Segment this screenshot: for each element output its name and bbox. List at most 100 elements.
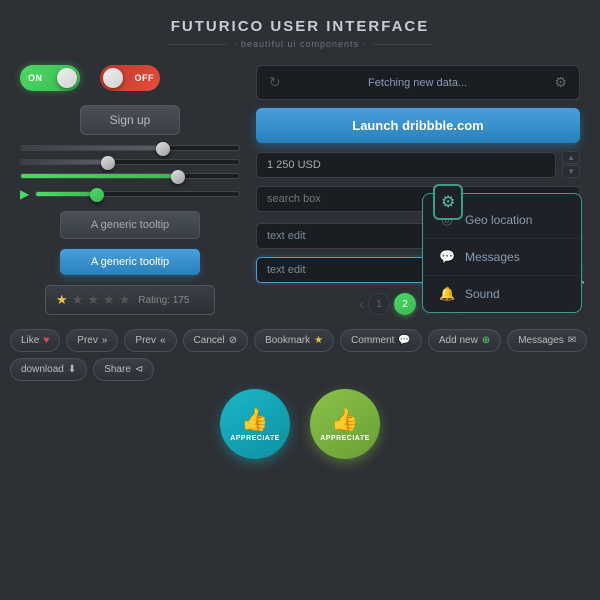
slider-fill-4: [36, 192, 97, 196]
divider-line-left: [167, 44, 227, 45]
comment-label: Comment: [351, 335, 394, 346]
slider-track-3[interactable]: [20, 173, 240, 179]
cancel-label: Cancel: [194, 335, 225, 346]
page-header: FUTURICO USER INTERFACE · beautiful ui c…: [0, 0, 600, 55]
tooltip-blue-button[interactable]: A generic tooltip: [60, 249, 200, 275]
messages-icon: 💬: [439, 249, 455, 265]
gear-icon[interactable]: ⚙: [554, 74, 567, 91]
spinner-up[interactable]: ▲: [562, 151, 580, 164]
like-button[interactable]: Like ♥: [10, 329, 60, 352]
spinner-down[interactable]: ▼: [562, 165, 580, 178]
chevron-left-icon: «: [160, 335, 166, 346]
appreciate-teal-label: APPRECIATE: [230, 435, 280, 442]
slider-thumb-1[interactable]: [156, 142, 170, 156]
left-panel: ON OFF Sign up: [20, 65, 240, 315]
amount-row: ▲ ▼: [256, 151, 580, 178]
thumbs-up-green-icon: 👍: [331, 407, 358, 433]
slider-fill-3: [21, 174, 178, 178]
slider-row-1: [20, 145, 240, 151]
comment-button[interactable]: Comment 💬: [340, 329, 422, 352]
dropdown-item-sound[interactable]: 🔔 Sound: [423, 276, 581, 312]
like-label: Like: [21, 335, 39, 346]
page-btn-1[interactable]: 1: [368, 293, 390, 315]
share-button[interactable]: Share ⊲: [93, 358, 154, 381]
star-1[interactable]: ★: [56, 292, 68, 308]
star-2[interactable]: ★: [72, 292, 84, 308]
star-icon: ★: [314, 335, 323, 346]
dropdown-gear-button[interactable]: ⚙: [433, 184, 463, 220]
action-buttons-section: Like ♥ Prev » Prev « Cancel ⊘ Bookmark ★…: [0, 329, 600, 381]
slider-track-4[interactable]: [35, 191, 240, 197]
chevron-right-icon: »: [102, 335, 108, 346]
refresh-icon[interactable]: ↻: [269, 74, 281, 91]
toggles-row: ON OFF: [20, 65, 240, 91]
tooltip-gray-button[interactable]: A generic tooltip: [60, 211, 200, 239]
prev-back-label: Prev: [135, 335, 156, 346]
appreciate-green-button[interactable]: 👍 APPRECIATE: [310, 389, 380, 459]
download-button[interactable]: download ⬇: [10, 358, 87, 381]
slider-row-3: [20, 173, 240, 179]
slider-row-4: ▶: [20, 187, 240, 201]
slider-fill-1: [21, 146, 163, 150]
messages-button[interactable]: Messages ✉: [507, 329, 587, 352]
messages-label: Messages: [465, 250, 520, 264]
divider-line-right: [373, 44, 433, 45]
dropdown-menu: ⚙ ◎ Geo location 💬 Messages 🔔 Sound: [422, 193, 582, 313]
sound-icon: 🔔: [439, 286, 455, 302]
appreciate-teal-button[interactable]: 👍 APPRECIATE: [220, 389, 290, 459]
appreciate-green-label: APPRECIATE: [320, 435, 370, 442]
prev-back-button[interactable]: Prev «: [124, 329, 176, 352]
rating-bar: ★ ★ ★ ★ ★ Rating: 175: [45, 285, 215, 315]
slider-thumb-3[interactable]: [171, 170, 185, 184]
toggle-off-knob: [103, 68, 123, 88]
envelope-icon: ✉: [568, 335, 576, 346]
prev-forward-label: Prev: [77, 335, 98, 346]
slider-track-1[interactable]: [20, 145, 240, 151]
slider-thumb-4[interactable]: [90, 188, 104, 202]
appreciate-row: 👍 APPRECIATE 👍 APPRECIATE: [0, 389, 600, 459]
add-new-label: Add new: [439, 335, 478, 346]
amount-input[interactable]: [256, 152, 556, 178]
dropdown-item-messages[interactable]: 💬 Messages: [423, 239, 581, 276]
page-title: FUTURICO USER INTERFACE: [0, 18, 600, 35]
prev-forward-button[interactable]: Prev »: [66, 329, 118, 352]
slider-group: ▶: [20, 145, 240, 201]
star-5[interactable]: ★: [119, 292, 131, 308]
add-new-button[interactable]: Add new ⊕: [428, 329, 501, 352]
slider-track-2[interactable]: [20, 159, 240, 165]
share-label: Share: [104, 364, 131, 375]
messages-btn-label: Messages: [518, 335, 564, 346]
prev-arrow[interactable]: ‹: [359, 296, 364, 312]
comment-icon: 💬: [398, 335, 410, 346]
header-subtitle: · beautiful ui components ·: [233, 39, 366, 49]
header-divider: · beautiful ui components ·: [0, 39, 600, 49]
cancel-icon: ⊘: [229, 335, 237, 346]
toggle-off[interactable]: OFF: [100, 65, 160, 91]
launch-button[interactable]: Launch dribbble.com: [256, 108, 580, 143]
bookmark-button[interactable]: Bookmark ★: [254, 329, 334, 352]
slider-row-2: [20, 159, 240, 165]
page-btn-2[interactable]: 2: [394, 293, 416, 315]
geo-location-label: Geo location: [465, 213, 532, 227]
signup-button[interactable]: Sign up: [80, 105, 180, 135]
download-icon: ⬇: [68, 364, 76, 375]
slider-thumb-2[interactable]: [101, 156, 115, 170]
spinner-control: ▲ ▼: [562, 151, 580, 178]
star-4[interactable]: ★: [103, 292, 115, 308]
play-icon[interactable]: ▶: [20, 187, 29, 201]
heart-icon: ♥: [43, 335, 49, 346]
toggle-on-label: ON: [28, 73, 43, 83]
share-icon: ⊲: [135, 364, 143, 375]
fetch-text: Fetching new data...: [368, 77, 467, 89]
toggle-on[interactable]: ON: [20, 65, 80, 91]
star-3[interactable]: ★: [87, 292, 99, 308]
cancel-button[interactable]: Cancel ⊘: [183, 329, 249, 352]
rating-text: Rating: 175: [138, 295, 189, 306]
toggle-on-knob: [57, 68, 77, 88]
toggle-off-label: OFF: [135, 73, 155, 83]
slider-fill-2: [21, 160, 108, 164]
plus-icon: ⊕: [482, 335, 490, 346]
fetch-bar: ↻ Fetching new data... ⚙: [256, 65, 580, 100]
bookmark-label: Bookmark: [265, 335, 310, 346]
download-label: download: [21, 364, 64, 375]
